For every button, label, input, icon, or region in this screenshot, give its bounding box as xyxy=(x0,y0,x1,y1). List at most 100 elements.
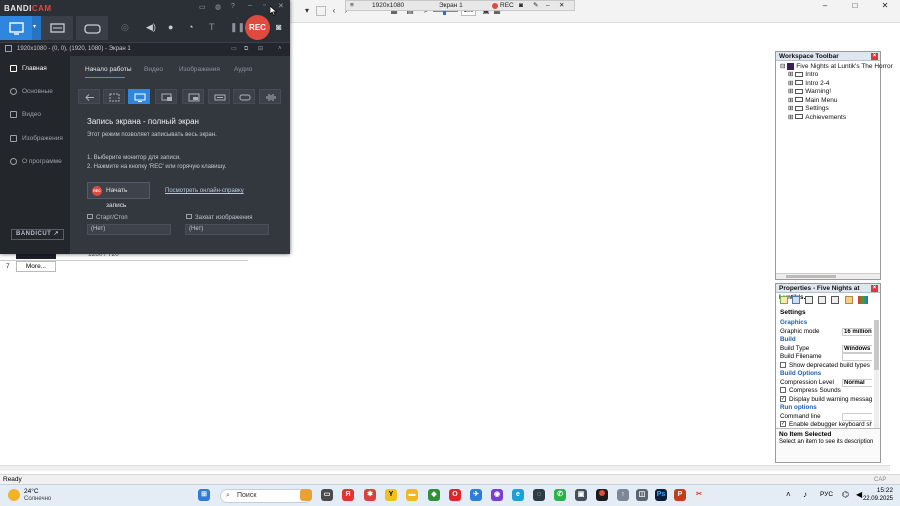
property-field[interactable]: Graphic mode 16 million c xyxy=(780,327,872,337)
app-icon[interactable]: ◆ xyxy=(428,489,440,501)
tree-item-intro[interactable]: ⊞ Intro xyxy=(788,70,818,78)
bandicut-button[interactable]: BANDICUT ↗ xyxy=(11,229,64,240)
app-icon[interactable]: ◫ xyxy=(636,489,648,501)
rec-button[interactable]: REC xyxy=(245,15,270,40)
horizontal-scrollbar[interactable] xyxy=(776,273,880,279)
weather-desc[interactable]: Солнечно xyxy=(24,496,51,502)
rectangle-mode-button[interactable] xyxy=(103,89,125,104)
text-icon[interactable]: T xyxy=(209,22,215,32)
close-icon[interactable]: ✕ xyxy=(559,1,564,11)
app-icon[interactable]: ◌ xyxy=(533,489,545,501)
more-button[interactable]: More... xyxy=(16,261,56,272)
camera-icon[interactable]: ◙ xyxy=(276,22,281,32)
cursor-effect-icon[interactable]: ◔ xyxy=(188,22,193,32)
monitor-area-button[interactable] xyxy=(155,89,177,104)
back-button[interactable] xyxy=(78,89,100,104)
property-field[interactable]: Command line xyxy=(780,412,872,422)
property-field[interactable]: Build Filename xyxy=(780,353,872,362)
chevron-up-icon[interactable]: ˄ xyxy=(278,43,282,56)
close-icon[interactable]: ✕ xyxy=(278,2,284,10)
restore-icon[interactable]: ▫ xyxy=(263,2,265,9)
checkbox[interactable] xyxy=(780,387,786,394)
checkbox[interactable] xyxy=(5,45,12,52)
sidebar-item-general[interactable]: Основные xyxy=(10,88,53,95)
properties-tab-icon[interactable] xyxy=(845,296,853,304)
chevron-down-icon[interactable]: ▾ xyxy=(32,16,41,40)
windows-start-icon[interactable]: ⊞ xyxy=(198,489,210,501)
photoshop-icon[interactable]: Ps xyxy=(655,489,667,501)
tree-item-settings[interactable]: ⊞ Settings xyxy=(788,104,829,112)
checkbox[interactable]: ✓ xyxy=(780,395,786,402)
app-icon[interactable]: ◉ xyxy=(491,489,503,501)
menu-icon[interactable]: ≡ xyxy=(350,1,354,11)
telegram-icon[interactable]: ✈ xyxy=(470,489,482,501)
camera-icon[interactable]: ◙ xyxy=(519,1,523,11)
window-mode-button[interactable] xyxy=(182,89,204,104)
close-icon[interactable]: × xyxy=(871,285,878,292)
horizontal-scrollbar[interactable] xyxy=(0,465,890,471)
minimize-icon[interactable]: – xyxy=(248,2,252,9)
checkbox[interactable] xyxy=(780,361,786,368)
minimize-icon[interactable]: – xyxy=(810,0,840,11)
scrollbar-thumb[interactable] xyxy=(786,275,836,278)
checkbox[interactable]: ✓ xyxy=(780,421,786,428)
tree-item-main-menu[interactable]: ⊞ Main Menu xyxy=(788,96,837,104)
tab-audio[interactable]: Аудио xyxy=(234,66,252,73)
microphone-icon[interactable]: ♪ xyxy=(803,490,807,499)
chevron-up-icon[interactable]: ˄ xyxy=(786,490,791,499)
property-checkbox[interactable]: Compress Sounds xyxy=(780,387,872,396)
app-icon[interactable]: ↑ xyxy=(617,489,629,501)
toolbar-field[interactable] xyxy=(316,6,326,16)
properties-tab-icon[interactable] xyxy=(858,296,868,304)
tree-item-achievements[interactable]: ⊞ Achievements xyxy=(788,113,846,121)
close-icon[interactable]: ✕ xyxy=(870,0,900,11)
weather-temp[interactable]: 24°C xyxy=(24,488,39,495)
app-icon[interactable]: ✱ xyxy=(364,489,376,501)
hotkey-record-field[interactable]: (Нет) xyxy=(87,224,171,235)
gamepad-mode-button[interactable] xyxy=(76,16,108,40)
powerpoint-icon[interactable]: P xyxy=(674,489,686,501)
pause-icon[interactable]: ❚❚ xyxy=(230,22,245,33)
property-field[interactable]: Build Type Windows E xyxy=(780,344,872,354)
start-recording-button[interactable]: REC Начать запись xyxy=(87,182,150,209)
bandicam-mini-bar[interactable]: ≡ 1920x1080 Экран 1 REC ◙ ✎ – ✕ xyxy=(345,0,575,11)
app-icon[interactable]: ▣ xyxy=(575,489,587,501)
toolbar-icon[interactable]: ▾ xyxy=(300,4,314,18)
task-view-icon[interactable]: ▭ xyxy=(321,489,333,501)
property-checkbox[interactable]: Show deprecated build types xyxy=(780,362,872,371)
game-mode-button[interactable] xyxy=(233,89,255,104)
device-mode-button[interactable] xyxy=(208,89,230,104)
widget-icon[interactable] xyxy=(300,489,312,501)
speaker-icon[interactable]: ◀) xyxy=(146,22,156,33)
online-help-link[interactable]: Посмотреть онлайн-справку xyxy=(165,188,244,194)
folder-icon[interactable]: ▭ xyxy=(199,3,206,11)
yandex-icon[interactable]: Y xyxy=(385,489,397,501)
sidebar-item-about[interactable]: О программе xyxy=(10,158,62,165)
link-icon[interactable]: ⧉ xyxy=(244,43,248,56)
properties-tab-icon[interactable] xyxy=(818,296,826,304)
properties-tab-icon[interactable] xyxy=(780,296,788,304)
yandex-browser-icon[interactable]: Я xyxy=(342,489,354,501)
taskbar-search[interactable]: ⌕ Поиск xyxy=(220,489,312,503)
property-value[interactable] xyxy=(842,412,872,421)
webcam-icon[interactable]: ◎ xyxy=(121,22,129,33)
network-icon[interactable]: ⌬ xyxy=(842,490,849,499)
sidebar-item-images[interactable]: Изображения xyxy=(10,135,63,142)
microphone-icon[interactable]: ● xyxy=(168,22,173,32)
whatsapp-icon[interactable]: ✆ xyxy=(554,489,566,501)
tab-getting-started[interactable]: Начало работы xyxy=(85,66,132,73)
clock-time[interactable]: 15:22 xyxy=(867,487,893,494)
sidebar-item-video[interactable]: Видео xyxy=(10,111,41,118)
sidebar-item-home[interactable]: Главная xyxy=(10,65,47,72)
tab-images[interactable]: Изображения xyxy=(179,66,220,73)
bandicam-icon[interactable] xyxy=(596,489,608,501)
property-checkbox[interactable]: ✓ Display build warning messages xyxy=(780,396,872,405)
list-item[interactable]: 1280 / 720 xyxy=(0,251,248,261)
close-icon[interactable]: × xyxy=(871,53,878,60)
tree-item-warning[interactable]: ⊞ Warning! xyxy=(788,87,831,95)
app-icon[interactable]: ✂ xyxy=(693,489,705,501)
game-mode-button[interactable] xyxy=(41,16,73,40)
screen-mode-button[interactable] xyxy=(0,16,32,40)
lock-icon[interactable]: ◍ xyxy=(215,3,221,11)
opera-icon[interactable]: O xyxy=(449,489,461,501)
